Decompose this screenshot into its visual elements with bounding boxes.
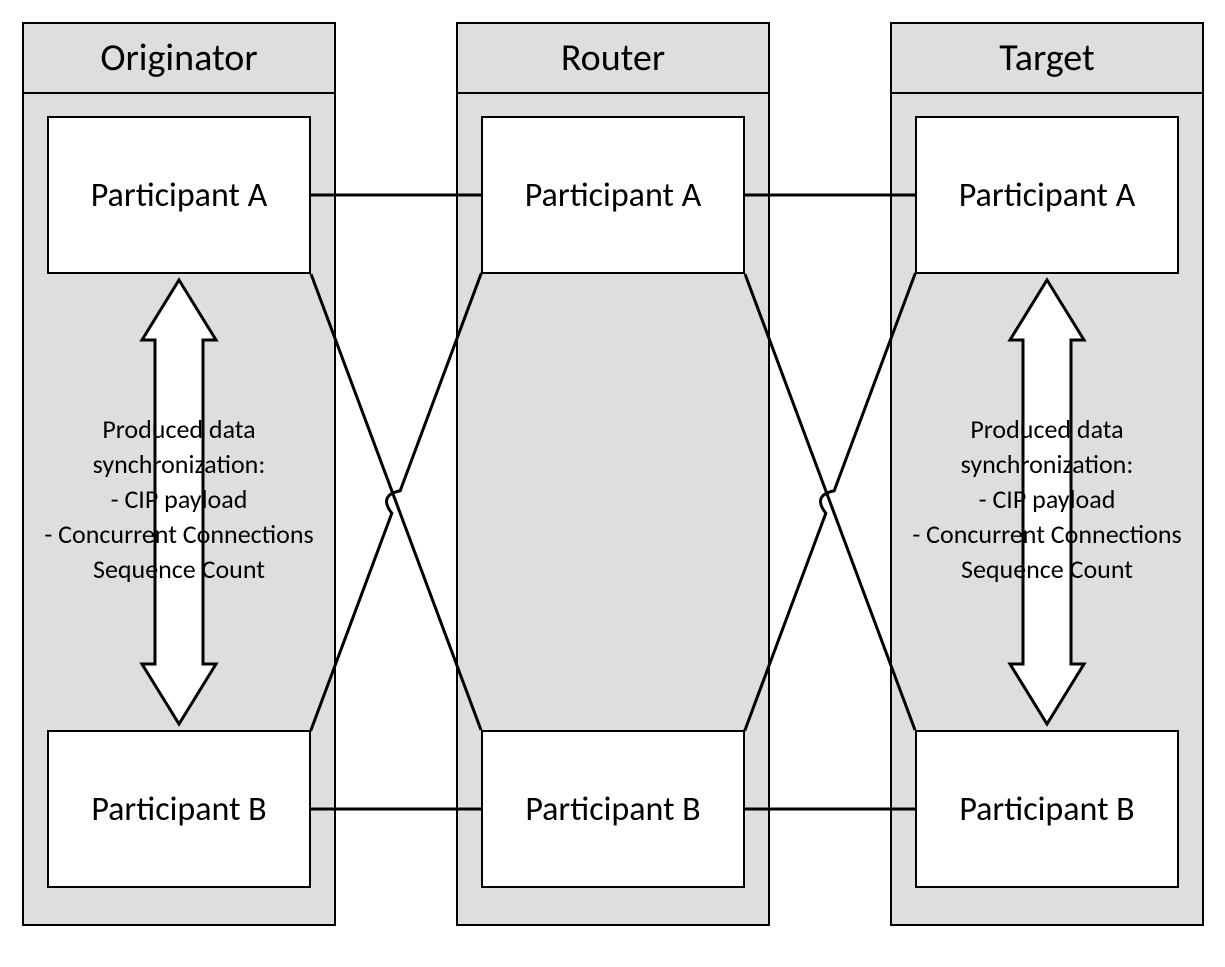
participant-b-originator: Participant B <box>47 730 311 888</box>
participant-b-router: Participant B <box>481 730 745 888</box>
participant-b-label: Participant B <box>91 789 266 830</box>
diagram-stage: Originator Router Target Participant A P… <box>0 0 1225 967</box>
participant-a-router: Participant A <box>481 116 745 274</box>
sync-line-1: Produced data <box>102 413 255 445</box>
sync-line-3: - CIP payload <box>979 483 1116 515</box>
participant-b-target: Participant B <box>915 730 1179 888</box>
column-originator-header: Originator <box>22 22 336 94</box>
participant-a-target: Participant A <box>915 116 1179 274</box>
sync-line-1: Produced data <box>970 413 1123 445</box>
participant-a-label: Participant A <box>91 175 268 216</box>
participant-a-label: Participant A <box>959 175 1136 216</box>
participant-b-label: Participant B <box>525 789 700 830</box>
participant-a-originator: Participant A <box>47 116 311 274</box>
participant-b-label: Participant B <box>959 789 1134 830</box>
sync-line-4: - Concurrent Connections <box>912 518 1181 550</box>
sync-line-3: - CIP payload <box>111 483 248 515</box>
column-target-title: Target <box>999 35 1094 81</box>
column-target-header: Target <box>890 22 1204 94</box>
sync-line-2: synchronization: <box>961 448 1134 480</box>
sync-text-originator: Produced data synchronization: - CIP pay… <box>0 412 359 587</box>
participant-a-label: Participant A <box>525 175 702 216</box>
sync-line-5: Sequence Count <box>961 553 1133 585</box>
sync-line-4: - Concurrent Connections <box>44 518 313 550</box>
column-router-title: Router <box>561 35 665 81</box>
sync-text-target: Produced data synchronization: - CIP pay… <box>867 412 1225 587</box>
sync-line-5: Sequence Count <box>93 553 265 585</box>
column-router-header: Router <box>456 22 770 94</box>
sync-line-2: synchronization: <box>93 448 266 480</box>
column-originator-title: Originator <box>100 35 257 81</box>
